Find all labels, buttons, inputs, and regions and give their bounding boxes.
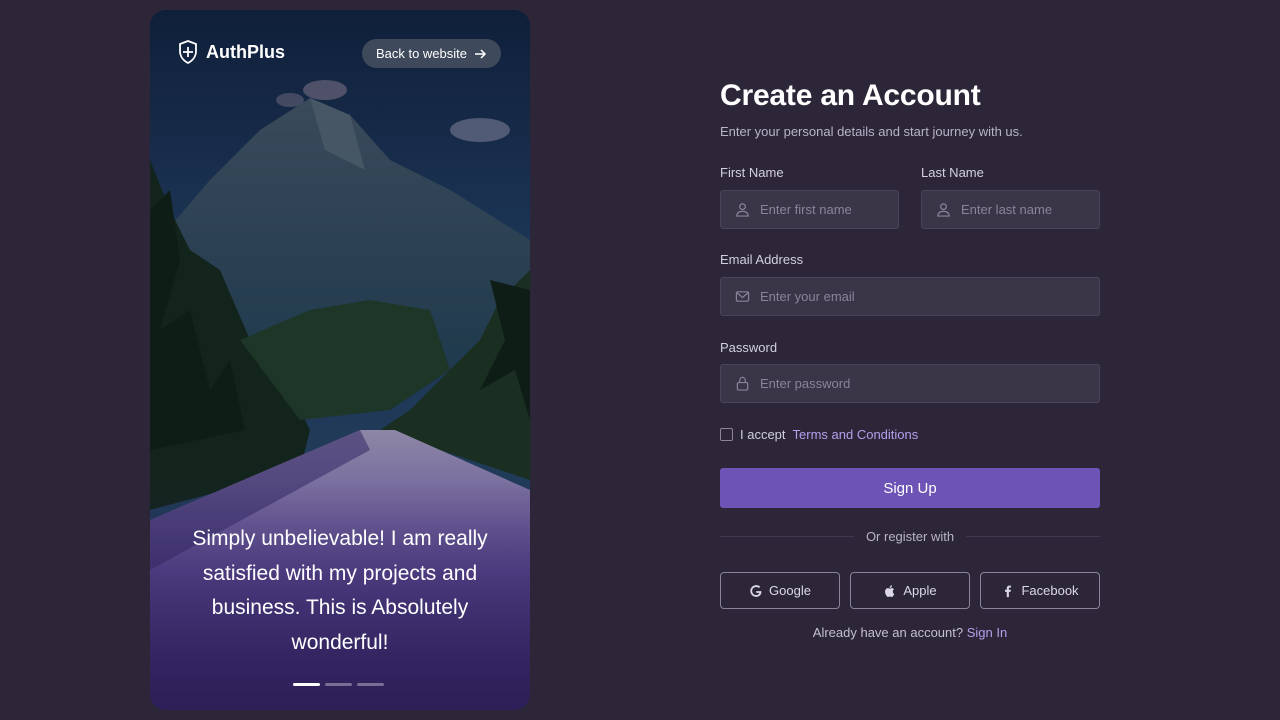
mail-icon [735,291,750,302]
terms-row: I accept Terms and Conditions [720,427,918,442]
terms-prefix: I accept [740,427,786,442]
first-name-field[interactable] [720,190,899,229]
terms-checkbox[interactable] [720,428,733,441]
apple-button[interactable]: Apple [850,572,970,609]
password-input[interactable] [760,376,1099,391]
page-title: Create an Account [720,79,981,112]
carousel-dot-3[interactable] [357,683,384,686]
carousel-dot-1[interactable] [293,683,320,686]
email-label: Email Address [720,252,804,267]
email-field[interactable] [720,277,1100,316]
first-name-input[interactable] [760,202,898,217]
arrow-right-icon [475,48,487,59]
sign-up-button[interactable]: Sign Up [720,468,1100,508]
google-icon [750,584,762,597]
apple-icon [885,584,895,597]
google-label: Google [769,583,811,598]
back-to-website-button[interactable]: Back to website [361,39,501,68]
facebook-label: Facebook [1021,583,1079,598]
divider-line [966,535,1101,537]
user-icon [736,203,749,217]
last-name-input[interactable] [961,202,1099,217]
shield-plus-icon [179,40,197,64]
hero-panel: AuthPlus Back to website Simply unbeliev… [150,10,530,710]
user-icon [937,203,950,217]
apple-label: Apple [903,583,937,598]
lock-icon [736,376,749,391]
password-label: Password [720,340,778,355]
brand-logo: AuthPlus [178,40,285,64]
carousel-indicators [293,683,384,686]
sign-in-link[interactable]: Sign In [967,625,1007,640]
testimonial-quote: Simply unbelievable! I am really satisfi… [192,527,488,654]
password-field[interactable] [720,364,1100,403]
email-input[interactable] [760,289,1099,304]
carousel-dot-2[interactable] [325,683,352,686]
page-subtitle: Enter your personal details and start jo… [720,124,1023,139]
back-to-website-label: Back to website [375,46,467,61]
divider-line [720,535,854,537]
divider-text: Or register with [865,528,955,544]
first-name-label: First Name [720,165,784,180]
last-name-field[interactable] [921,190,1100,229]
brand-name: AuthPlus [206,41,285,62]
sign-in-prompt: Already have an account? Sign In [720,625,1100,640]
facebook-button[interactable]: Facebook [980,572,1100,609]
terms-link[interactable]: Terms and Conditions [793,427,919,442]
last-name-label: Last Name [921,165,984,180]
google-button[interactable]: Google [720,572,840,609]
facebook-icon [1005,585,1012,597]
divider: Or register with [720,528,1101,544]
sign-in-prompt-text: Already have an account? [812,625,964,640]
